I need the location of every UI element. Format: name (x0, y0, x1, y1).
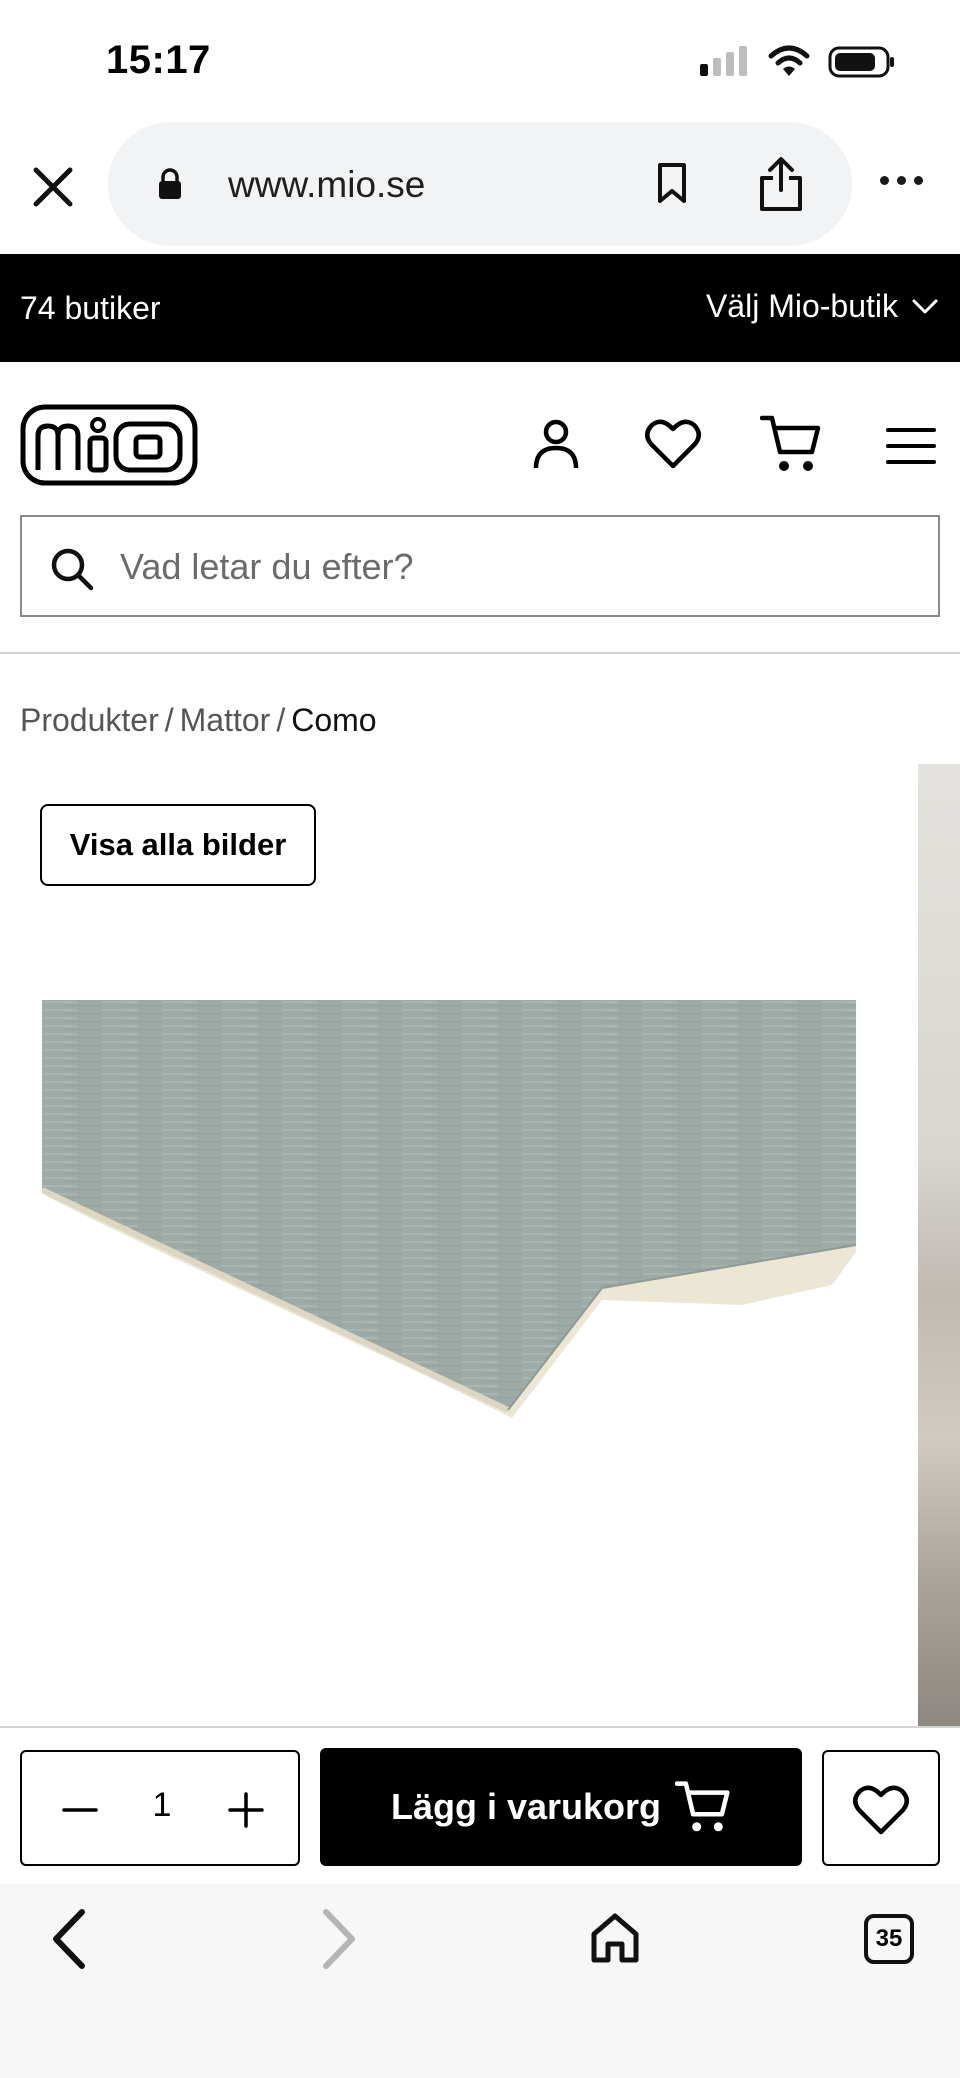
browser-address-bar: www.mio.se (0, 118, 960, 254)
url-field[interactable]: www.mio.se (108, 122, 852, 246)
forward-icon[interactable] (320, 1908, 360, 1970)
wifi-icon (768, 45, 810, 76)
breadcrumb-current: Como (291, 702, 377, 738)
heart-icon[interactable] (644, 418, 702, 470)
store-bar: 74 butiker Välj Mio-butik (0, 254, 960, 362)
breadcrumb-item-mattor[interactable]: Mattor (180, 702, 271, 739)
wishlist-button[interactable] (822, 1750, 940, 1866)
browser-toolbar: 35 (0, 1884, 960, 2078)
menu-icon[interactable] (886, 426, 936, 466)
quantity-value[interactable]: 1 (142, 1786, 182, 1825)
breadcrumb-item-produkter[interactable]: Produkter (20, 702, 159, 739)
back-icon[interactable] (48, 1908, 88, 1970)
cart-icon (675, 1781, 730, 1832)
store-count: 74 butiker (20, 290, 161, 326)
next-product-image[interactable] (918, 764, 960, 1728)
home-icon[interactable] (590, 1912, 640, 1964)
breadcrumb-separator: / (276, 702, 286, 738)
search-icon (51, 548, 94, 591)
heart-icon (853, 1785, 909, 1835)
status-bar: 15:17 (0, 0, 960, 118)
add-to-cart-button[interactable]: Lägg i varukorg (320, 1748, 802, 1866)
close-icon[interactable] (28, 162, 78, 212)
more-icon[interactable] (880, 176, 923, 185)
url-text: www.mio.se (228, 164, 426, 205)
purchase-divider (0, 1726, 960, 1728)
minus-icon[interactable] (58, 1788, 102, 1832)
share-icon[interactable] (758, 156, 804, 212)
cart-icon[interactable] (760, 414, 822, 474)
search-input[interactable] (120, 539, 900, 595)
add-to-cart-label: Lägg i varukorg (390, 1786, 662, 1827)
chevron-down-icon (912, 299, 938, 313)
tabs-icon[interactable]: 35 (864, 1914, 914, 1964)
store-select-dropdown[interactable]: Välj Mio-butik (706, 288, 938, 325)
store-select-label: Välj Mio-butik (705, 288, 898, 324)
account-icon[interactable] (532, 418, 580, 470)
show-all-images-button[interactable]: Visa alla bilder (40, 804, 316, 886)
header-divider (0, 652, 960, 654)
breadcrumb: Produkter / Mattor / Como (20, 702, 377, 739)
product-image[interactable] (42, 1000, 858, 1500)
mio-logo[interactable] (20, 404, 198, 486)
battery-icon (828, 46, 894, 78)
plus-icon[interactable] (224, 1788, 268, 1832)
status-time: 15:17 (106, 38, 211, 82)
breadcrumb-separator: / (164, 702, 174, 738)
signal-icon (700, 46, 747, 76)
product-gallery[interactable]: Visa alla bilder (0, 764, 960, 1728)
lock-icon (159, 168, 181, 199)
bookmark-icon[interactable] (656, 162, 688, 204)
quantity-stepper: 1 (20, 1750, 300, 1866)
search-box (20, 515, 940, 617)
